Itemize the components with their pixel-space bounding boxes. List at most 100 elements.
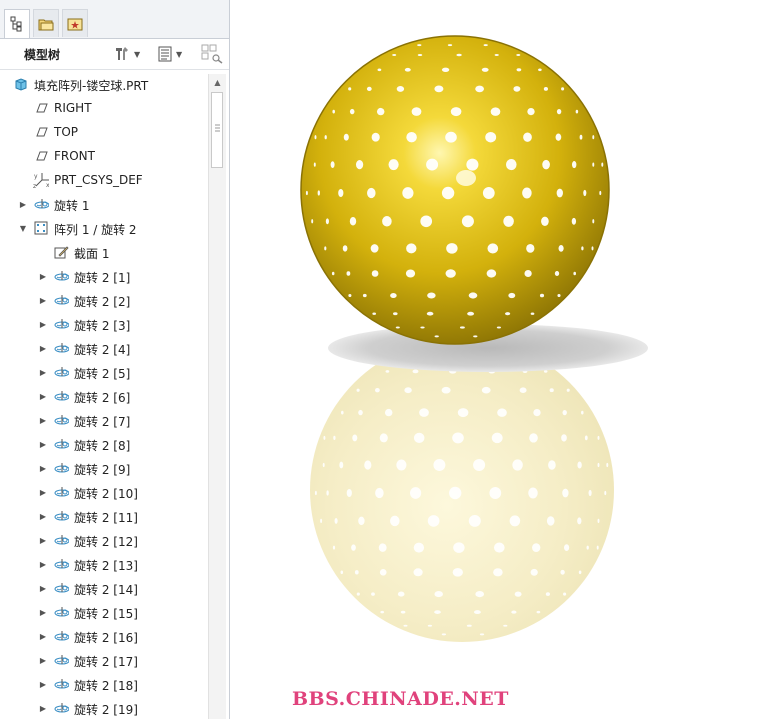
revolve-icon	[53, 628, 69, 644]
scroll-up-icon[interactable]: ▲	[209, 74, 226, 90]
sketch-icon	[53, 244, 69, 260]
show-button[interactable]: ▼	[157, 43, 182, 65]
tree-item-label: 旋转 2 [14]	[74, 583, 138, 597]
tree-item[interactable]: 截面 1	[0, 240, 208, 264]
tree-item-label: 旋转 2 [10]	[74, 487, 138, 501]
tree-item[interactable]: ▶ 旋转 1	[0, 192, 208, 216]
model-tree-panel: 模型树 ▼ ▼ 填充阵列-镂空球.PRT RIGHT TOP FRONT y x…	[0, 0, 230, 719]
revolve-icon	[53, 580, 69, 596]
tree-item-label: 旋转 2 [12]	[74, 535, 138, 549]
model-tree-toolbar: 模型树 ▼ ▼	[0, 39, 229, 70]
tree-item-label: RIGHT	[54, 101, 92, 115]
tree-item[interactable]: ▶ 旋转 2 [2]	[0, 288, 208, 312]
tree-item-label: 旋转 2 [2]	[74, 295, 131, 309]
tree-item[interactable]: ▶ 旋转 2 [14]	[0, 576, 208, 600]
expand-arrow-icon[interactable]: ▶	[38, 631, 48, 641]
tree-item[interactable]: ▶ 旋转 2 [13]	[0, 552, 208, 576]
graphics-window[interactable]	[230, 0, 778, 719]
tab-folder-browser[interactable]	[33, 9, 59, 37]
tree-item[interactable]: RIGHT	[0, 96, 208, 120]
folder-browser-tab-icon	[38, 19, 54, 30]
expand-arrow-icon[interactable]: ▶	[38, 559, 48, 569]
tree-item[interactable]: ▶ 旋转 2 [12]	[0, 528, 208, 552]
tree-item[interactable]: TOP	[0, 120, 208, 144]
tree-item-label: 旋转 2 [19]	[74, 703, 138, 717]
expand-arrow-icon[interactable]: ▶	[38, 583, 48, 593]
expand-arrow-icon[interactable]: ▶	[38, 487, 48, 497]
expand-arrow-icon[interactable]: ▶	[38, 295, 48, 305]
datum-plane-icon	[33, 148, 49, 164]
perforated-sphere[interactable]	[300, 35, 610, 345]
tree-item-label: 旋转 2 [17]	[74, 655, 138, 669]
filter-button[interactable]	[201, 43, 223, 65]
tree-item-label: 旋转 2 [16]	[74, 631, 138, 645]
tree-item[interactable]: ▶ 旋转 2 [4]	[0, 336, 208, 360]
tree-item[interactable]: ▼ 阵列 1 / 旋转 2	[0, 216, 208, 240]
tree-item[interactable]: ▶ 旋转 2 [17]	[0, 648, 208, 672]
model-scene[interactable]	[230, 0, 778, 719]
expand-arrow-icon[interactable]: ▶	[38, 319, 48, 329]
expand-arrow-icon[interactable]: ▶	[38, 439, 48, 449]
tree-item[interactable]: ▶ 旋转 2 [3]	[0, 312, 208, 336]
expand-arrow-icon[interactable]: ▶	[38, 343, 48, 353]
tools-icon	[116, 47, 128, 60]
revolve-icon	[53, 652, 69, 668]
tree-item[interactable]: FRONT	[0, 144, 208, 168]
settings-button[interactable]: ▼	[113, 43, 140, 65]
tree-item-label: 旋转 2 [9]	[74, 463, 131, 477]
tree-item[interactable]: ▶ 旋转 2 [18]	[0, 672, 208, 696]
collapse-arrow-icon[interactable]: ▼	[18, 223, 28, 233]
expand-arrow-icon[interactable]: ▶	[38, 367, 48, 377]
revolve-icon	[33, 196, 49, 212]
revolve-icon	[53, 532, 69, 548]
tree-item[interactable]: ▶ 旋转 2 [6]	[0, 384, 208, 408]
model-tree: 填充阵列-镂空球.PRT RIGHT TOP FRONT y x z PRT_CSYS_DEF…	[0, 72, 208, 719]
tree-item[interactable]: ▶ 旋转 2 [9]	[0, 456, 208, 480]
expand-arrow-icon[interactable]: ▶	[38, 655, 48, 665]
chevron-down-icon: ▼	[176, 49, 183, 59]
tree-item[interactable]: ▶ 旋转 2 [8]	[0, 432, 208, 456]
expand-arrow-icon[interactable]: ▶	[38, 535, 48, 545]
revolve-icon	[53, 460, 69, 476]
tree-filter-icon	[201, 44, 223, 64]
expand-arrow-icon[interactable]: ▶	[38, 679, 48, 689]
expand-arrow-icon[interactable]: ▶	[38, 511, 48, 521]
tree-item[interactable]: ▶ 旋转 2 [16]	[0, 624, 208, 648]
expand-arrow-icon[interactable]: ▶	[38, 415, 48, 425]
revolve-icon	[53, 436, 69, 452]
tree-item[interactable]: ▶ 旋转 2 [15]	[0, 600, 208, 624]
expand-arrow-icon[interactable]: ▶	[18, 199, 28, 209]
revolve-icon	[53, 316, 69, 332]
expand-arrow-icon[interactable]: ▶	[38, 463, 48, 473]
tree-item-label: 旋转 2 [13]	[74, 559, 138, 573]
tree-item[interactable]: ▶ 旋转 2 [1]	[0, 264, 208, 288]
revolve-icon	[53, 700, 69, 716]
tree-item[interactable]: ▶ 旋转 2 [7]	[0, 408, 208, 432]
svg-text:x: x	[46, 182, 49, 189]
tab-model-tree[interactable]	[4, 9, 30, 38]
tree-item-label: PRT_CSYS_DEF	[54, 173, 143, 187]
tree-item[interactable]: y x z PRT_CSYS_DEF	[0, 168, 208, 192]
expand-arrow-icon[interactable]: ▶	[38, 607, 48, 617]
expand-arrow-icon[interactable]: ▶	[38, 703, 48, 713]
tree-item-label: TOP	[54, 125, 79, 139]
expand-arrow-icon[interactable]: ▶	[38, 271, 48, 281]
tree-item-label: 旋转 1	[54, 199, 90, 213]
tree-item-label: 旋转 2 [15]	[74, 607, 138, 621]
tree-item-label: 旋转 2 [3]	[74, 319, 131, 333]
model-tree-tab-icon	[10, 16, 22, 32]
tree-item[interactable]: 填充阵列-镂空球.PRT	[0, 72, 208, 96]
tree-item-label: 旋转 2 [6]	[74, 391, 131, 405]
scrollbar-thumb[interactable]	[211, 92, 223, 168]
tree-item[interactable]: ▶ 旋转 2 [10]	[0, 480, 208, 504]
tree-item[interactable]: ▶ 旋转 2 [11]	[0, 504, 208, 528]
expand-arrow-icon[interactable]: ▶	[38, 391, 48, 401]
tree-item[interactable]: ▶ 旋转 2 [19]	[0, 696, 208, 719]
tree-item[interactable]: ▶ 旋转 2 [5]	[0, 360, 208, 384]
tree-scrollbar[interactable]: ▲	[208, 74, 226, 719]
pattern-icon	[33, 220, 49, 236]
tree-item-label: 旋转 2 [4]	[74, 343, 131, 357]
revolve-icon	[53, 292, 69, 308]
revolve-icon	[53, 340, 69, 356]
tab-favorites[interactable]	[62, 9, 88, 37]
